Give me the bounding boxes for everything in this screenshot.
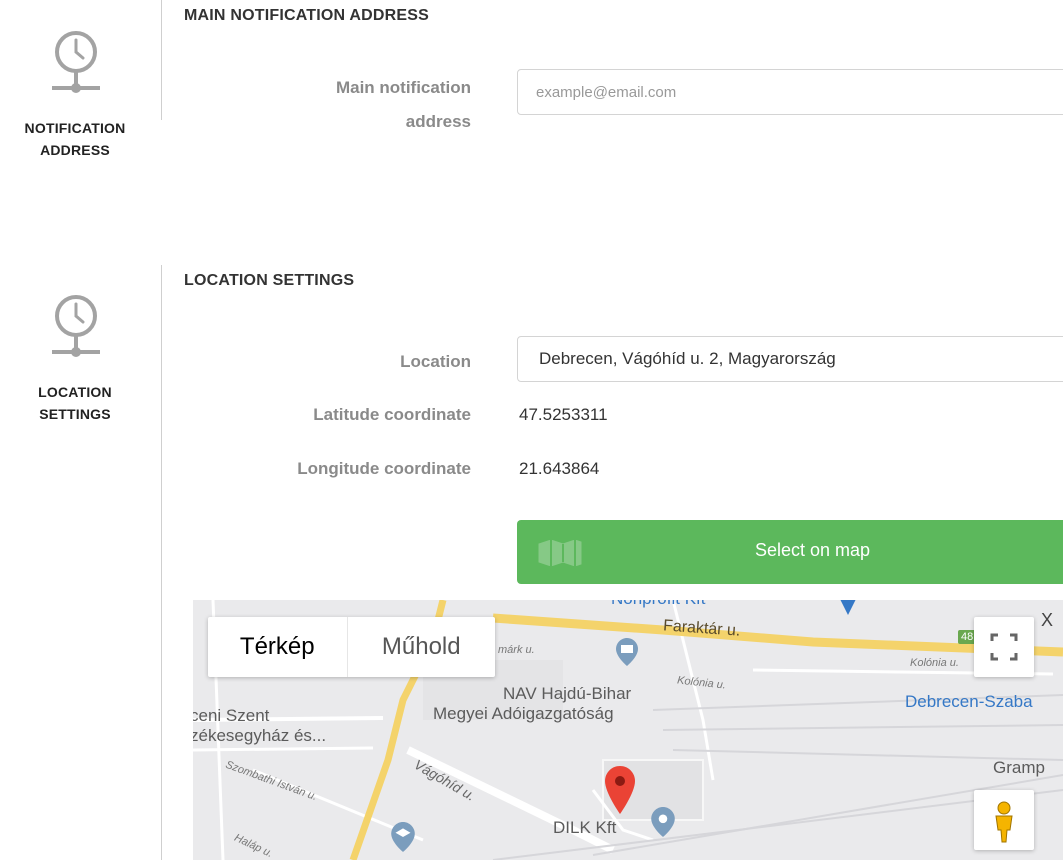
section-divider bbox=[161, 0, 162, 120]
poi-pin-icon bbox=[651, 807, 675, 837]
location-label: Location bbox=[400, 352, 471, 371]
latitude-label: Latitude coordinate bbox=[313, 405, 471, 424]
clock-network-icon bbox=[52, 31, 100, 93]
longitude-label: Longitude coordinate bbox=[297, 459, 471, 478]
notification-side-label: NOTIFICATION ADDRESS bbox=[0, 117, 155, 161]
map-icon bbox=[538, 540, 582, 566]
section-title: LOCATION SETTINGS bbox=[184, 272, 355, 289]
place-label: ceni Szent bbox=[193, 706, 270, 725]
side-label-line: LOCATION bbox=[38, 384, 112, 400]
longitude-value: 21.643864 bbox=[519, 459, 600, 478]
map-type-satellite-button[interactable]: Műhold bbox=[346, 617, 495, 677]
side-label-line: ADDRESS bbox=[40, 142, 110, 158]
place-label: zékesegyház és... bbox=[193, 726, 327, 745]
place-label: Megyei Adóigazgatóság bbox=[433, 704, 614, 723]
poi-pin-icon bbox=[616, 638, 638, 666]
clock-network-icon bbox=[52, 295, 100, 357]
place-label: Debrecen-Szaba bbox=[905, 692, 1033, 711]
location-input[interactable] bbox=[517, 336, 1063, 382]
school-pin-icon bbox=[391, 822, 415, 852]
latitude-value: 47.5253311 bbox=[519, 405, 608, 424]
fullscreen-icon bbox=[990, 633, 1018, 661]
station-pin-icon bbox=[840, 600, 856, 615]
select-on-map-label: Select on map bbox=[755, 540, 871, 560]
side-label-line: SETTINGS bbox=[39, 406, 111, 422]
location-side-label: LOCATION SETTINGS bbox=[0, 381, 155, 425]
map-close-button[interactable]: X bbox=[1041, 610, 1053, 631]
section-divider bbox=[161, 265, 162, 860]
place-label: Gramp bbox=[993, 758, 1045, 777]
side-label-line: NOTIFICATION bbox=[24, 120, 126, 136]
place-label: Nonprofit Kft bbox=[611, 600, 706, 609]
email-field[interactable] bbox=[517, 69, 1063, 115]
map-type-control: Térkép Műhold bbox=[208, 617, 495, 677]
street-view-button[interactable] bbox=[974, 790, 1034, 850]
street-label: márk u. bbox=[498, 644, 535, 656]
section-title: MAIN NOTIFICATION ADDRESS bbox=[184, 7, 429, 24]
select-on-map-button[interactable]: Select on map bbox=[517, 520, 1063, 584]
fullscreen-button[interactable] bbox=[974, 617, 1034, 677]
location-marker-icon[interactable] bbox=[605, 766, 635, 814]
email-field-label: Main notification address bbox=[250, 71, 471, 139]
map-type-map-button[interactable]: Térkép bbox=[208, 617, 347, 677]
street-label: Kolónia u. bbox=[910, 657, 959, 669]
label-line: address bbox=[405, 112, 471, 131]
place-label: NAV Hajdú-Bihar bbox=[503, 684, 632, 703]
label-line: Main notification bbox=[335, 78, 471, 97]
place-label: DILK Kft bbox=[553, 818, 617, 837]
pegman-icon bbox=[995, 801, 1013, 843]
